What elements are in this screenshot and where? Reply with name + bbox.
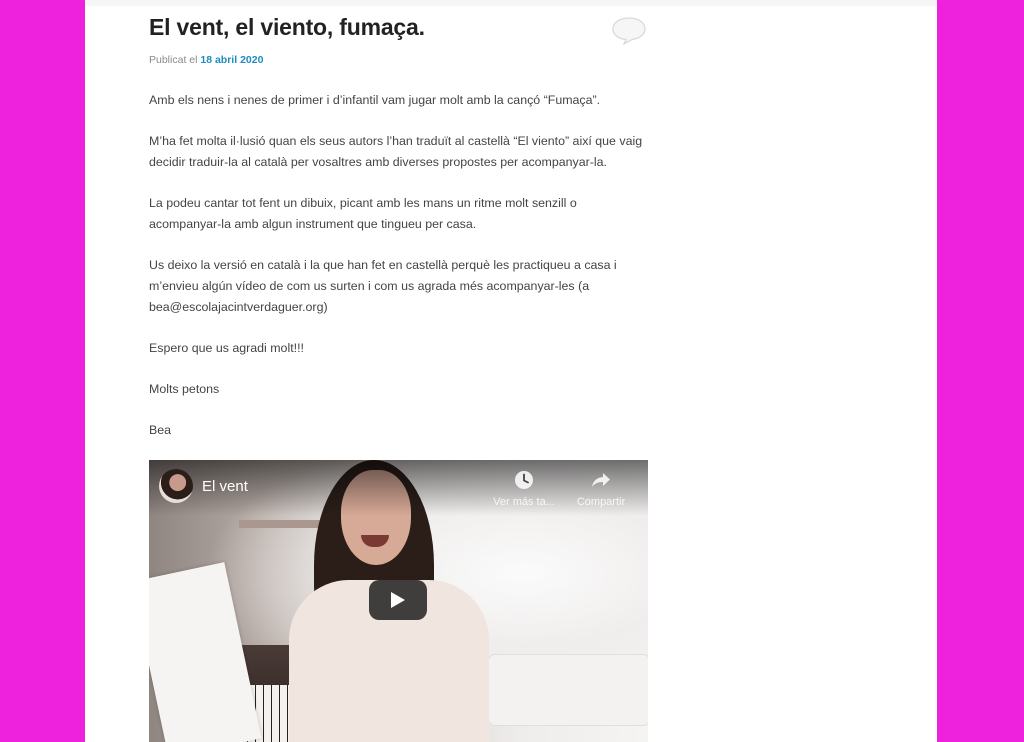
share-button[interactable]: Compartir [561, 468, 641, 508]
play-icon [391, 592, 405, 608]
channel-avatar[interactable] [159, 469, 193, 503]
published-date-link[interactable]: 18 abril 2020 [200, 54, 263, 66]
post-meta: Publicat el 18 abril 2020 [149, 54, 263, 66]
paragraph: M’ha fet molta il·lusió quan els seus au… [149, 134, 643, 169]
video-title[interactable]: El vent [202, 478, 248, 495]
top-strip [85, 0, 937, 6]
post-title[interactable]: El vent, el viento, fumaça. [149, 14, 425, 41]
paragraph: Molts petons [149, 382, 220, 396]
share-label: Compartir [576, 496, 626, 508]
clock-icon [515, 471, 533, 489]
play-button[interactable] [369, 580, 427, 620]
published-prefix: Publicat el [149, 54, 198, 66]
page-content: El vent, el viento, fumaça. Publicat el … [85, 0, 937, 742]
thumbnail-sofa [489, 655, 648, 725]
paragraph: Us deixo la versió en català i la que ha… [149, 258, 617, 314]
share-arrow-icon [592, 473, 610, 487]
post-body: Amb els nens i nenes de primer i d’infan… [149, 90, 649, 461]
paragraph: Bea [149, 423, 172, 437]
paragraph: La podeu cantar tot fent un dibuix, pica… [149, 196, 577, 231]
youtube-embed[interactable]: El vent Ver más ta... Compartir [149, 460, 648, 742]
comment-bubble-icon[interactable] [611, 16, 647, 46]
paragraph: Amb els nens i nenes de primer i d’infan… [149, 93, 601, 107]
watch-later-button[interactable]: Ver más ta... [484, 468, 564, 508]
paragraph: Espero que us agradi molt!!! [149, 341, 304, 355]
watch-later-label: Ver más ta... [493, 496, 555, 508]
